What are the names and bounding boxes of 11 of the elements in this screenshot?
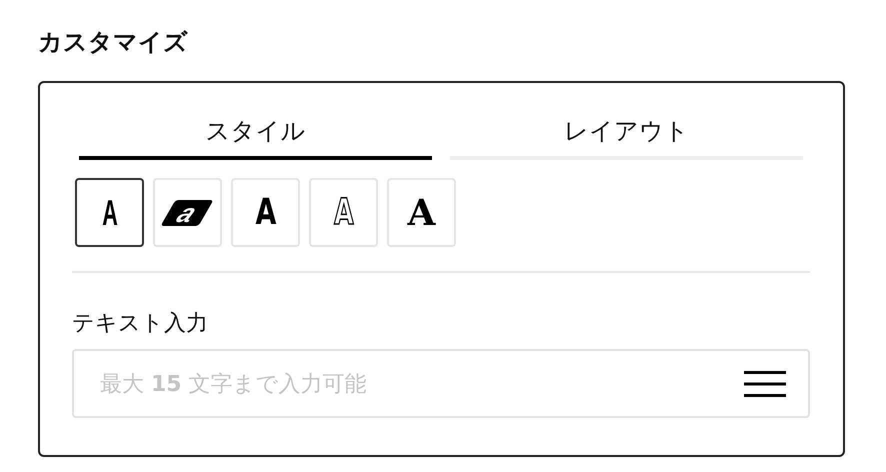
tab[interactable]: レイアウト — [450, 105, 803, 160]
font-style-option[interactable]: A — [309, 178, 378, 247]
font-style-option[interactable]: A — [231, 178, 300, 247]
tab[interactable]: スタイル — [79, 105, 432, 160]
section-title: カスタマイズ — [38, 27, 189, 58]
font-style-option[interactable]: A — [75, 178, 144, 247]
menu-icon[interactable] — [744, 370, 786, 396]
font-style-option[interactable]: a — [153, 178, 222, 247]
placeholder-text: 最大 15 文字まで入力可能 — [100, 370, 367, 398]
field-label: テキスト入力 — [72, 310, 209, 338]
font-style-option[interactable]: A — [387, 178, 456, 247]
